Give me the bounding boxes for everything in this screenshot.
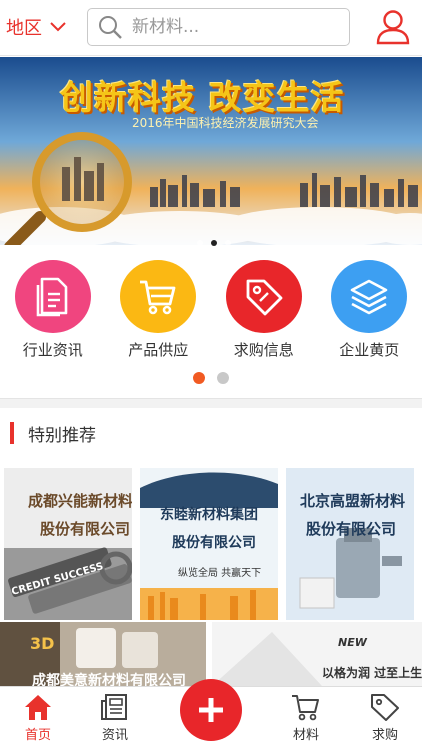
section-divider [0,398,422,408]
recommend-card[interactable]: NEW 以格为润 过至上生活 [212,622,422,686]
category-product-supply[interactable]: 产品供应 [106,260,212,360]
recommend-line1: 北京高盟新材料 [300,492,406,510]
recommend-line2: 股份有限公司 [306,520,397,538]
recommend-badge: NEW [338,636,367,649]
section-header: 特别推荐 [10,422,96,446]
category-label: 产品供应 [128,341,189,359]
news-icon [101,694,127,720]
recommend-card[interactable]: 成都兴能新材料 股份有限公司 CREDIT SUCCESS [4,468,132,620]
category-icon-bg [14,260,91,333]
home-icon [25,695,51,720]
tag-icon [246,279,283,315]
region-label: 地区 [6,18,42,39]
category-label: 行业资讯 [22,341,83,359]
banner-dots [0,232,422,246]
tab-label: 材料 [292,728,319,743]
category-icon-bg [331,260,408,333]
promo-banner[interactable]: 创新科技 改变生活 2016年中国科技经济发展研究大会 [0,57,422,245]
search-icon [99,16,122,39]
cart-icon [292,695,319,721]
category-yellow-pages[interactable]: 企业黄页 [317,260,422,360]
category-industry-news[interactable]: 行业资讯 [0,260,106,360]
tab-label: 首页 [24,728,51,743]
recommend-line2: 股份有限公司 [40,520,131,538]
banner-dot [197,240,203,246]
search-input[interactable] [132,17,332,37]
tab-purchase[interactable]: 求购 [350,693,420,743]
category-label: 企业黄页 [339,341,400,359]
recommend-line1: 东睦新材料集团 [160,507,258,523]
category-icon-bg [225,260,302,333]
banner-dot-active [211,240,217,246]
recommend-line2: 股份有限公司 [172,535,256,551]
category-pager[interactable] [0,372,422,384]
bottom-tab-bar: 首页 资讯 材料 求购 [0,679,422,750]
section-marker [10,422,14,444]
category-label: 求购信息 [233,341,294,359]
chevron-down-icon [50,22,66,32]
tab-materials[interactable]: 材料 [271,693,341,743]
search-box[interactable] [87,8,350,46]
tag-icon [371,694,399,721]
user-profile-button[interactable] [376,9,410,49]
category-purchase-info[interactable]: 求购信息 [211,260,317,360]
add-button[interactable] [180,679,242,741]
layers-icon [350,279,388,314]
banner-subtitle: 2016年中国科技经济发展研究大会 [132,116,319,130]
tab-home[interactable]: 首页 [3,693,73,743]
recommend-extra: 纵览全局 共赢天下 [178,568,262,579]
banner-dot [225,240,231,246]
tab-label: 资讯 [101,728,128,743]
recommend-card[interactable]: 东睦新材料集团 股份有限公司 纵览全局 共赢天下 [140,468,278,620]
tab-news[interactable]: 资讯 [80,693,150,743]
recommend-badge: 3D [30,634,55,653]
plus-icon [199,698,223,722]
recommend-line1: 成都兴能新材料 [28,492,132,510]
region-selector[interactable]: 地区 [6,14,66,40]
top-header: 地区 [0,0,422,56]
tab-label: 求购 [371,728,398,743]
recommend-card[interactable]: 3D 成都美意新材料有限公司 [0,622,206,686]
document-icon [36,277,68,316]
recommend-line1: 以格为润 过至上生活 [322,666,422,680]
pager-dot[interactable] [217,372,229,384]
recommend-row-2: 3D 成都美意新材料有限公司 NEW 以格为润 过至上生活 [0,622,422,686]
user-icon [376,10,410,45]
section-title: 特别推荐 [28,425,96,446]
recommend-row: 成都兴能新材料 股份有限公司 CREDIT SUCCESS 东睦新材料集团 股份… [0,468,422,620]
recommend-card[interactable]: 北京高盟新材料 股份有限公司 [286,468,414,620]
category-icon-bg [120,260,197,333]
category-grid: 行业资讯 产品供应 求购信息 企业黄页 [0,260,422,360]
recommend-line1: 成都美意新材料有限公司 [32,673,186,686]
pager-dot-active[interactable] [193,372,205,384]
banner-title: 创新科技 改变生活 [60,78,345,117]
cart-icon [140,280,176,314]
